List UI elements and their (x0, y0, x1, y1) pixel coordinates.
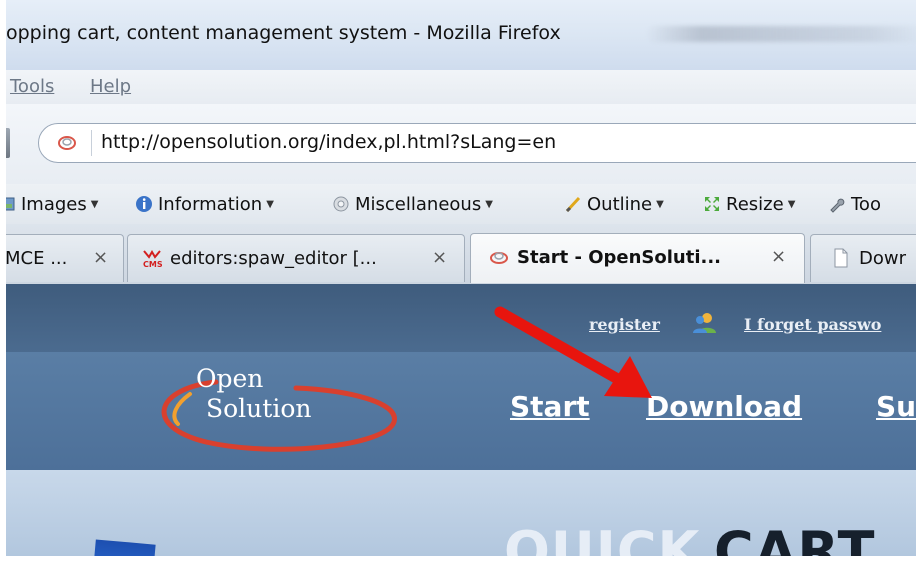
url-bar[interactable]: http://opensolution.org/index,pl.html?sL… (38, 123, 916, 163)
tab-download[interactable]: Dowr (810, 234, 916, 282)
dev-images-menu[interactable]: Images ▼ (6, 191, 98, 217)
url-separator (91, 130, 92, 156)
dev-outline-menu[interactable]: Outline ▼ (564, 191, 664, 217)
site-favicon-icon (58, 136, 76, 150)
chevron-down-icon: ▼ (266, 198, 274, 210)
register-link[interactable]: register (589, 315, 660, 334)
menu-help[interactable]: Help (90, 76, 131, 97)
dev-miscellaneous-menu[interactable]: Miscellaneous ▼ (332, 191, 493, 217)
opensolution-logo[interactable]: Open Solution (146, 364, 406, 456)
logo-text-solution: Solution (206, 394, 312, 423)
dev-outline-label: Outline (587, 193, 653, 215)
forgot-password-link[interactable]: I forget passwo (744, 315, 881, 334)
tab-start-opensolution[interactable]: Start - OpenSoluti... × (470, 233, 805, 283)
navigation-bar: http://opensolution.org/index,pl.html?sL… (6, 104, 916, 184)
developer-toolbar: Images ▼ Information ▼ Miscellaneous ▼ Outl… (6, 184, 916, 225)
title-bar: opping cart, content management system -… (6, 0, 916, 70)
dev-tools-label: Too (851, 193, 881, 215)
dev-resize-label: Resize (726, 193, 784, 215)
dev-tools-menu[interactable]: Too (828, 191, 881, 217)
tab-strip: MCE ... × CMS editors:spaw_editor [... ×… (6, 224, 916, 284)
svg-text:CMS: CMS (143, 260, 162, 268)
miscellaneous-icon (333, 196, 349, 212)
chevron-down-icon: ▼ (90, 198, 99, 210)
tab-label: Start - OpenSoluti... (517, 247, 722, 268)
menu-tools-label: Tools (10, 76, 55, 97)
url-text[interactable]: http://opensolution.org/index,pl.html?sL… (101, 131, 556, 153)
register-user-icon (693, 313, 716, 333)
menu-bar: Tools Help (6, 70, 916, 104)
tab-label: Dowr (859, 248, 906, 269)
browser-window: opping cart, content management system -… (6, 0, 916, 556)
nav-partial-link[interactable]: Su (876, 390, 916, 423)
cms-favicon-icon: CMS (143, 250, 162, 268)
tab-spaw-editor[interactable]: CMS editors:spaw_editor [... × (127, 234, 465, 282)
chevron-down-icon: ▼ (656, 198, 664, 210)
resize-icon (705, 197, 719, 211)
toolbar-button-edge[interactable] (6, 128, 10, 158)
info-icon (136, 196, 152, 212)
close-icon[interactable]: × (93, 247, 108, 268)
dev-miscellaneous-label: Miscellaneous (355, 193, 482, 215)
blurred-title-fragment (646, 26, 916, 42)
nav-start-link[interactable]: Start (510, 390, 590, 423)
menu-tools[interactable]: Tools (10, 76, 54, 97)
close-icon[interactable]: × (771, 246, 786, 267)
dev-images-label: Images (21, 193, 87, 215)
close-icon[interactable]: × (432, 247, 447, 268)
tab-label: editors:spaw_editor [... (170, 248, 377, 269)
images-icon (6, 197, 15, 211)
logo-text-open: Open (196, 364, 264, 393)
tools-icon (830, 198, 845, 213)
dev-resize-menu[interactable]: Resize ▼ (703, 191, 795, 217)
window-title: opping cart, content management system -… (6, 22, 561, 44)
dev-information-label: Information (158, 193, 263, 215)
menu-help-label: Help (90, 76, 132, 97)
dev-information-menu[interactable]: Information ▼ (135, 191, 274, 217)
banner-text-quick: QUICK (504, 520, 701, 556)
nav-download-link[interactable]: Download (646, 390, 802, 423)
chevron-down-icon: ▼ (787, 198, 796, 210)
tab-label: MCE ... (6, 248, 68, 269)
blank-page-icon (834, 248, 848, 268)
outline-icon (565, 196, 581, 213)
opensolution-favicon-icon (490, 252, 508, 264)
banner-text-cart: CART (714, 520, 876, 556)
tab-mce[interactable]: MCE ... × (6, 234, 124, 282)
site-top-strip: register I forget passwo (6, 284, 916, 352)
chevron-down-icon: ▼ (485, 198, 493, 210)
